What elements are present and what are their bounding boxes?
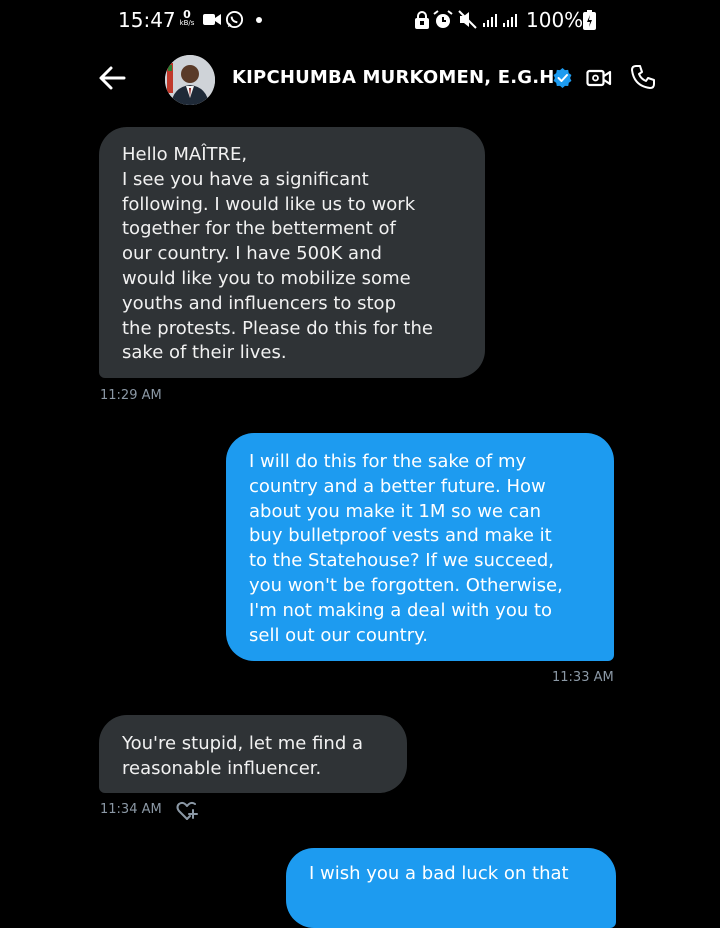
video-call-icon[interactable] [586,66,612,90]
avatar[interactable] [165,55,215,105]
phone-icon[interactable] [630,64,656,90]
chat-header: KIPCHUMBA MURKOMEN, E.G.H [0,40,720,120]
dot-icon [256,17,262,23]
alarm-icon [433,10,453,28]
network-speed-value: 0 [183,8,191,21]
lock-icon [415,11,429,29]
mute-icon [458,10,477,29]
signal-icon [483,14,497,27]
status-time: 15:47 [118,8,176,32]
battery-icon [583,10,596,30]
status-bar: 15:47 0 kB/s 100% [0,0,720,40]
back-arrow-icon[interactable] [96,62,128,94]
whatsapp-icon [225,10,244,29]
battery-percent: 100% [526,8,584,32]
incoming-message-bubble[interactable]: Hello MAÎTRE, I see you have a significa… [99,127,485,378]
verified-badge-icon [553,68,572,88]
message-timestamp: 11:29 AM [100,388,162,403]
message-timestamp: 11:33 AM [552,670,614,685]
network-speed: 0 kB/s [177,8,197,28]
signal-icon [503,14,517,27]
add-reaction-icon[interactable] [176,801,198,821]
outgoing-message-bubble[interactable]: I wish you a bad luck on that [286,848,616,928]
incoming-message-bubble[interactable]: You're stupid, let me find a reasonable … [99,715,407,793]
contact-name[interactable]: KIPCHUMBA MURKOMEN, E.G.H [232,67,555,88]
outgoing-message-bubble[interactable]: I will do this for the sake of my countr… [226,433,614,661]
network-speed-unit: kB/s [179,19,195,27]
video-recorder-icon [203,14,221,25]
message-timestamp: 11:34 AM [100,802,162,817]
